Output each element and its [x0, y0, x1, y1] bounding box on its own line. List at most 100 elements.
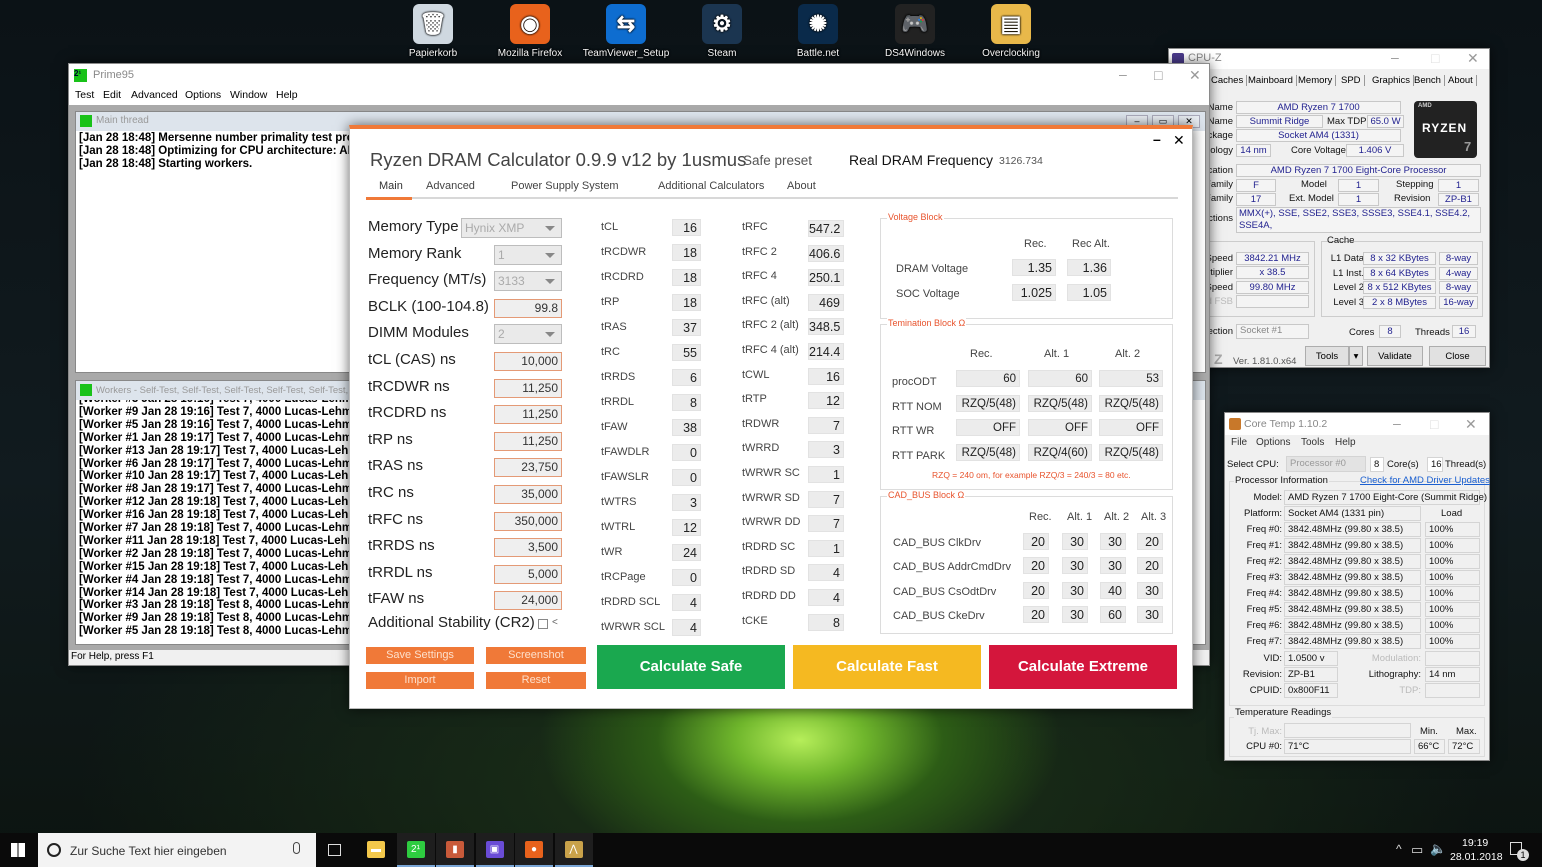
menu-options[interactable]: Options — [185, 89, 221, 101]
menu-edit[interactable]: Edit — [103, 89, 121, 101]
network-icon[interactable]: ▭ — [1411, 842, 1423, 858]
processor-select[interactable]: Processor #0 — [1286, 456, 1366, 472]
minimize-button[interactable]: – — [1391, 49, 1399, 65]
menu-help[interactable]: Help — [276, 89, 298, 101]
taskbar-app[interactable]: ● — [515, 833, 553, 867]
desktop-icon-battle-net[interactable]: ✺ Battle.net — [773, 4, 863, 59]
minimize-button[interactable]: – — [1153, 131, 1161, 147]
processor-selection-dropdown[interactable]: Socket #1 — [1236, 324, 1309, 339]
tab-power-supply-system[interactable]: Power Supply System — [511, 180, 619, 192]
cpuz-tab-spd[interactable]: SPD — [1341, 75, 1365, 86]
cpuz-tab-about[interactable]: About — [1448, 75, 1477, 86]
driver-update-link[interactable]: Check for AMD Driver Updates — [1360, 475, 1490, 486]
memory-rank-select[interactable]: 1 — [494, 244, 562, 265]
menu-test[interactable]: Test — [75, 89, 94, 101]
desktop-icon-ds4windows[interactable]: 🎮 DS4Windows — [870, 4, 960, 59]
close-button[interactable]: ✕ — [1189, 67, 1201, 84]
trc-ns-input[interactable]: 35,000 — [494, 485, 562, 504]
dram-calculator-taskbar-icon: ⋀ — [564, 841, 583, 858]
trp-ns-input[interactable]: 11,250 — [494, 431, 562, 451]
timing-label: tRFC 4 (alt) — [742, 344, 799, 356]
tab-main[interactable]: Main — [379, 180, 403, 192]
bclk-100-104-8--input[interactable]: 99.8 — [494, 298, 562, 318]
cpuz-tab-memory[interactable]: Memory — [1298, 75, 1337, 86]
import-button[interactable]: Import — [366, 672, 474, 689]
screenshot-button[interactable]: Screenshot — [486, 647, 586, 664]
timing-label: tWRWR SC — [742, 467, 800, 479]
close-button[interactable]: ✕ — [1465, 416, 1477, 433]
cr2-checkbox[interactable] — [538, 619, 548, 629]
timing-value: 6 — [672, 369, 701, 386]
freq-label: Freq #7: — [1246, 636, 1282, 647]
cpuz-tab-caches[interactable]: Caches — [1211, 75, 1248, 86]
desktop-icon-steam[interactable]: ⚙ Steam — [677, 4, 767, 59]
trrdl-ns-input[interactable]: 5,000 — [494, 564, 562, 584]
prime95-titlebar[interactable]: 2¹ Prime95 – □ ✕ — [69, 64, 1209, 86]
memory-type-select[interactable]: Hynix XMP — [461, 218, 562, 238]
dimm-modules-select[interactable]: 2 — [494, 324, 562, 345]
minimize-button[interactable]: – — [1119, 66, 1127, 82]
trcdwr-ns-input[interactable]: 11,250 — [494, 378, 562, 398]
close-button[interactable]: ✕ — [1173, 132, 1185, 149]
timing-value: 3 — [672, 494, 701, 511]
cpuz-tab-mainboard[interactable]: Mainboard — [1248, 75, 1297, 86]
taskbar-app[interactable]: ▮ — [436, 833, 474, 867]
close-button[interactable]: ✕ — [1467, 50, 1479, 67]
main-thread-title: Main thread — [96, 115, 149, 126]
tab-advanced[interactable]: Advanced — [426, 180, 475, 192]
volume-icon[interactable]: 🔈 — [1430, 841, 1446, 857]
tools-dropdown-arrow-icon[interactable]: ▾ — [1349, 346, 1363, 366]
menu-help[interactable]: Help — [1335, 437, 1356, 448]
cpuz-label-stepping: Stepping — [1396, 179, 1434, 190]
desktop-icon-mozilla-firefox[interactable]: ◉ Mozilla Firefox — [485, 4, 575, 59]
microphone-icon[interactable] — [293, 842, 300, 854]
minimize-button[interactable]: – — [1393, 415, 1401, 431]
tray-overflow-icon[interactable]: ^ — [1396, 842, 1402, 856]
taskbar-app[interactable]: ▬ — [357, 833, 395, 867]
task-view-icon[interactable] — [328, 844, 341, 856]
save-settings-button[interactable]: Save Settings — [366, 647, 474, 664]
search-box[interactable]: Zur Suche Text hier eingeben — [38, 833, 316, 867]
menu-tools[interactable]: Tools — [1301, 437, 1324, 448]
desktop-icon-teamviewer-setup[interactable]: ⇆ TeamViewer_Setup — [581, 4, 671, 59]
taskbar-app[interactable]: 2¹ — [396, 833, 435, 867]
desktop-icon-papierkorb[interactable]: 🗑 Papierkorb — [388, 4, 478, 59]
termination-group-title: Temination Block Ω — [887, 318, 967, 328]
trrds-ns-input[interactable]: 3,500 — [494, 538, 562, 558]
tfaw-ns-input[interactable]: 24,000 — [494, 591, 562, 611]
coretemp-titlebar[interactable]: Core Temp 1.10.2 – □ ✕ — [1225, 413, 1489, 435]
frequency-mt-s--select[interactable]: 3133 — [494, 271, 562, 292]
maximize-button[interactable]: □ — [1154, 67, 1162, 83]
menu-window[interactable]: Window — [230, 89, 267, 101]
maximize-button[interactable]: □ — [1430, 416, 1438, 432]
validate-button[interactable]: Validate — [1367, 346, 1423, 366]
cpuz-tab-bench[interactable]: Bench — [1414, 75, 1445, 86]
calculate-fast-button[interactable]: Calculate Fast — [793, 645, 981, 689]
clock-time[interactable]: 19:19 — [1462, 837, 1488, 849]
trcdrd-ns-input[interactable]: 11,250 — [494, 405, 562, 425]
calculate-extreme-button[interactable]: Calculate Extreme — [989, 645, 1177, 689]
tcl-cas-ns-input[interactable]: 10,000 — [494, 352, 562, 371]
cache-label: L1 Data — [1330, 253, 1364, 264]
taskbar-app[interactable]: ⋀ — [554, 833, 593, 867]
clock-date[interactable]: 28.01.2018 — [1450, 851, 1503, 863]
cpuz-titlebar[interactable]: CPU-Z – □ ✕ — [1169, 49, 1489, 69]
maximize-button[interactable]: □ — [1431, 50, 1439, 66]
tools-button[interactable]: Tools — [1305, 346, 1349, 366]
tab-about[interactable]: About — [787, 180, 816, 192]
menu-options[interactable]: Options — [1256, 437, 1290, 448]
cadbus-value: 20 — [1023, 581, 1049, 599]
menu-file[interactable]: File — [1231, 437, 1247, 448]
tras-ns-input[interactable]: 23,750 — [494, 458, 562, 478]
menu-advanced[interactable]: Advanced — [131, 89, 178, 101]
trfc-ns-input[interactable]: 350,000 — [494, 511, 562, 531]
cpuz-tab-graphics[interactable]: Graphics — [1372, 75, 1415, 86]
desktop-icon-overclocking[interactable]: ▤ Overclocking — [966, 4, 1056, 59]
calculate-safe-button[interactable]: Calculate Safe — [597, 645, 785, 689]
taskbar-app[interactable]: ▣ — [475, 833, 514, 867]
modulation-value — [1425, 651, 1480, 666]
reset-button[interactable]: Reset — [486, 672, 586, 689]
tab-additional-calculators[interactable]: Additional Calculators — [658, 180, 764, 192]
windows-start-icon[interactable] — [11, 843, 25, 857]
close-button[interactable]: Close — [1429, 346, 1486, 366]
